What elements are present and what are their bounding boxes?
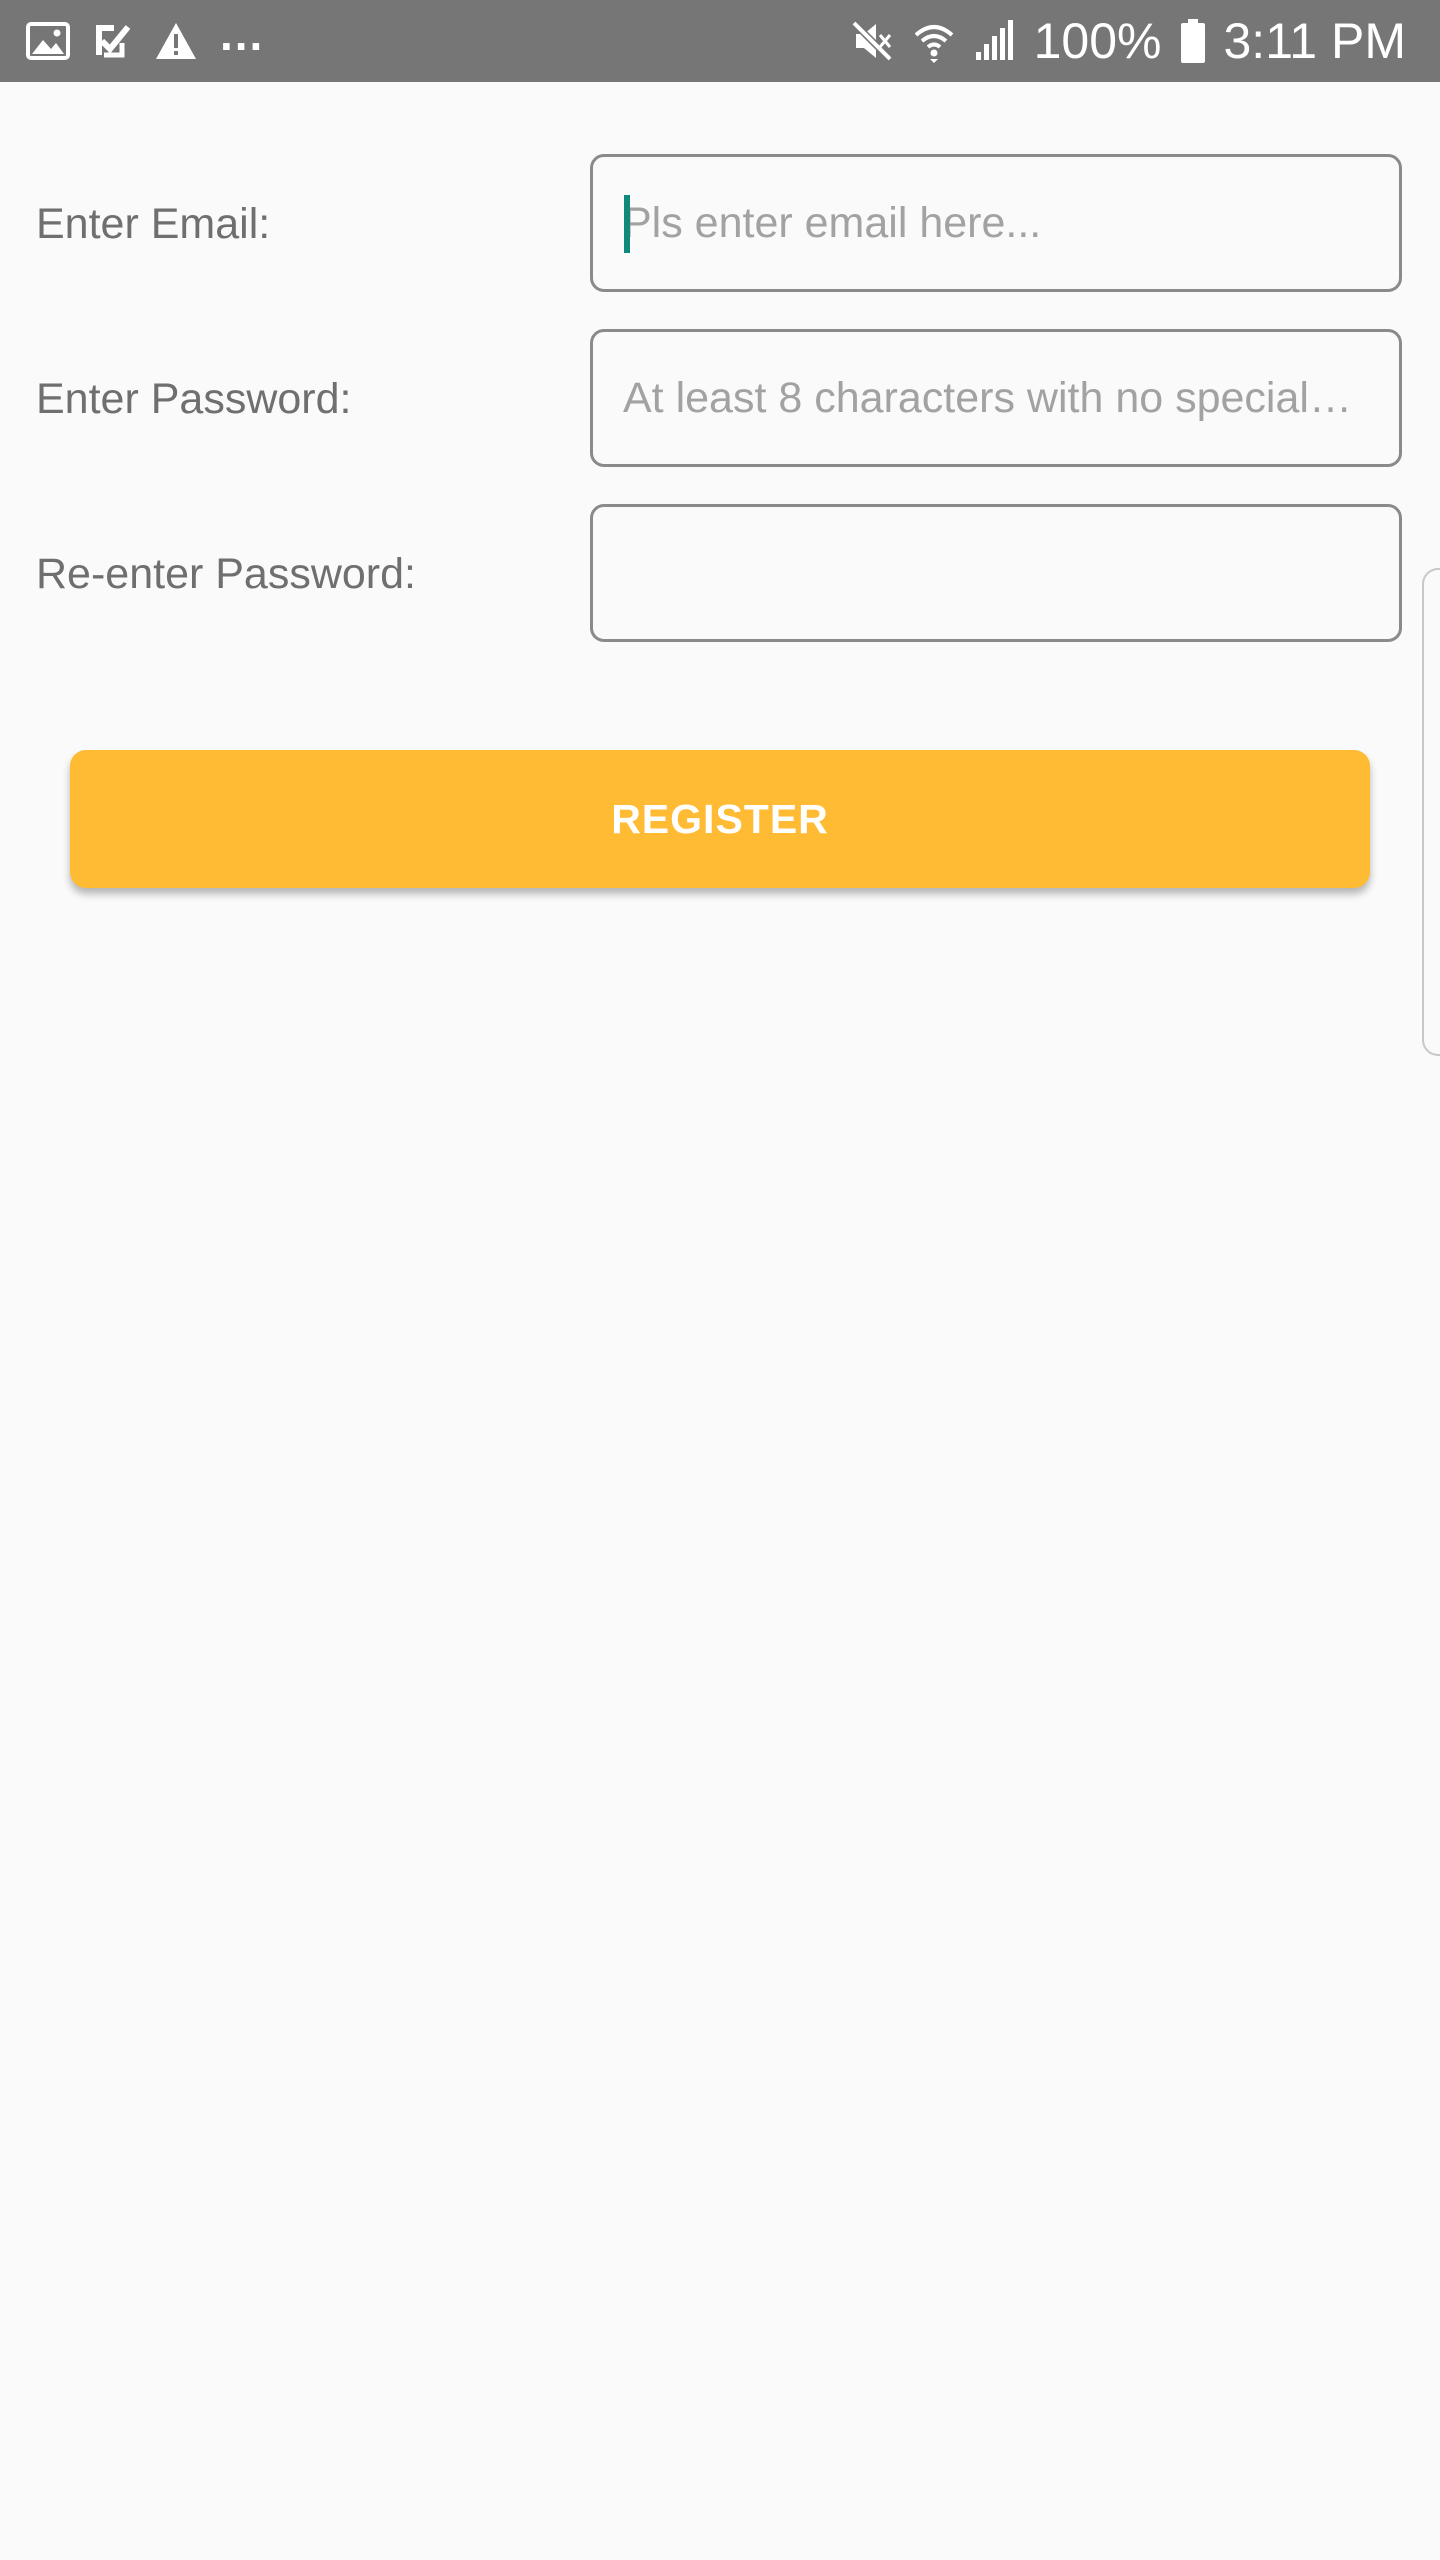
clock: 3:11 PM	[1223, 13, 1407, 69]
warning-icon	[154, 21, 198, 61]
password-row: Enter Password:	[0, 329, 1440, 469]
confirm-password-label: Re-enter Password:	[36, 550, 416, 598]
system-icons: 100% 3:11 PM	[850, 10, 1406, 72]
email-row: Enter Email:	[0, 154, 1440, 294]
email-label: Enter Email:	[36, 200, 271, 248]
wifi-icon	[912, 19, 956, 63]
edge-panel-handle[interactable]	[1422, 568, 1440, 1056]
email-input[interactable]	[623, 157, 1363, 289]
text-cursor	[624, 195, 630, 253]
status-bar: ... 100% 3:11 PM	[0, 0, 1440, 82]
image-icon	[26, 22, 70, 60]
task-check-icon	[92, 21, 132, 61]
mute-icon	[850, 19, 894, 63]
confirm-password-field-box[interactable]	[590, 504, 1402, 642]
confirm-password-row: Re-enter Password:	[0, 504, 1440, 644]
battery-percent: 100%	[1033, 13, 1162, 69]
password-input[interactable]	[623, 332, 1363, 464]
password-field-box[interactable]	[590, 329, 1402, 467]
more-notifications-indicator: ...	[220, 8, 265, 60]
confirm-password-input[interactable]	[623, 507, 1363, 639]
notification-icons: ...	[26, 11, 264, 64]
password-label: Enter Password:	[36, 375, 352, 423]
signal-icon	[974, 20, 1016, 62]
register-screen: ... 100% 3:11 PM Enter Email: Pls enter …	[0, 0, 1440, 2560]
battery-icon	[1180, 19, 1206, 63]
email-field-box[interactable]	[590, 154, 1402, 292]
register-button[interactable]: REGISTER	[70, 750, 1370, 888]
